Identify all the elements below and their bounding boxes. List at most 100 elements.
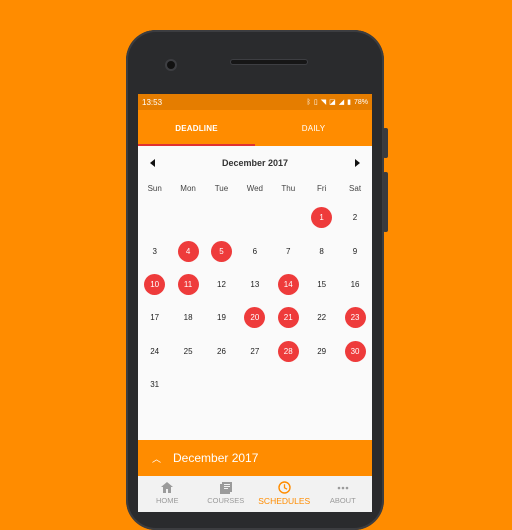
vibrate-icon: ▯	[313, 99, 318, 106]
weekday-label: Sun	[147, 184, 162, 193]
day-cell[interactable]: 26	[205, 335, 238, 368]
day-cell-deadline[interactable]: 21	[272, 301, 305, 334]
day-cell-deadline[interactable]: 5	[205, 234, 238, 267]
calendar-header: December 2017	[138, 150, 372, 176]
day-cell[interactable]: 16	[338, 268, 371, 301]
day-cell[interactable]: 15	[305, 268, 338, 301]
nav-home-label: HOME	[156, 496, 179, 505]
day-cell-deadline[interactable]: 30	[338, 335, 371, 368]
day-cell[interactable]: 29	[305, 335, 338, 368]
day-number: 16	[350, 279, 360, 289]
day-number: 27	[250, 346, 260, 356]
weekday-label: Tue	[214, 184, 229, 193]
day-number: 11	[177, 273, 199, 295]
nav-about-label: ABOUT	[329, 496, 356, 505]
battery-percent: 78%	[353, 98, 368, 106]
month-summary-bar[interactable]: ︿ December 2017	[138, 440, 372, 476]
calendar-month-title: December 2017	[221, 158, 289, 168]
nav-about[interactable]: ABOUT	[314, 476, 373, 512]
no-sim-icon: ◪	[329, 99, 336, 106]
day-number: 1	[311, 207, 333, 229]
day-cell-deadline[interactable]: 23	[338, 301, 371, 334]
next-month-icon[interactable]	[354, 159, 360, 167]
day-cell-deadline[interactable]: 11	[171, 268, 204, 301]
home-icon	[161, 481, 174, 494]
app-screen: 13:53 ᛒ ▯ ◥ ◪ ◢ ▮ 78% DEADLINE DAILY Dec…	[138, 94, 372, 512]
tab-indicator	[138, 144, 255, 146]
day-number: 25	[183, 346, 193, 356]
day-cell[interactable]: 13	[238, 268, 271, 301]
power-button	[383, 172, 388, 232]
day-number: 19	[217, 313, 226, 323]
day-cell[interactable]: 7	[272, 234, 305, 267]
book-icon	[219, 481, 232, 494]
tab-deadline[interactable]: DEADLINE	[138, 110, 255, 146]
day-number: 5	[210, 240, 232, 262]
month-summary-label: December 2017	[173, 451, 259, 465]
day-number: 10	[144, 273, 166, 295]
weekday-label: Mon	[180, 184, 196, 193]
nav-home[interactable]: HOME	[138, 476, 197, 512]
weekday-label: Fri	[316, 184, 327, 193]
day-cell[interactable]: 2	[338, 201, 371, 234]
tab-daily[interactable]: DAILY	[255, 110, 372, 146]
day-number: 29	[317, 346, 327, 356]
day-number: 9	[352, 246, 358, 256]
day-cell-deadline[interactable]: 14	[272, 268, 305, 301]
empty-day-cell	[171, 201, 204, 234]
day-number: 24	[150, 346, 160, 356]
day-cell-deadline[interactable]: 4	[171, 234, 204, 267]
nav-schedules[interactable]: SCHEDULES	[255, 476, 314, 512]
nav-courses-label: COURSES	[207, 496, 245, 505]
status-time: 13:53	[142, 97, 163, 107]
day-cell-deadline[interactable]: 1	[305, 201, 338, 234]
day-cell[interactable]: 24	[138, 335, 171, 368]
day-number: 17	[150, 313, 160, 323]
day-cell[interactable]: 12	[205, 268, 238, 301]
day-cell[interactable]: 3	[138, 234, 171, 267]
day-number: 22	[317, 313, 327, 323]
day-cell[interactable]: 22	[305, 301, 338, 334]
weekday-label: Sat	[349, 184, 362, 193]
day-number: 3	[152, 246, 157, 256]
day-cell-deadline[interactable]: 28	[272, 335, 305, 368]
camera-icon	[167, 61, 175, 69]
day-cell[interactable]: 8	[305, 234, 338, 267]
day-number: 2	[352, 213, 358, 223]
wifi-icon: ◥	[320, 99, 327, 106]
tab-bar: DEADLINE DAILY	[138, 110, 372, 146]
day-cell[interactable]: 6	[238, 234, 271, 267]
volume-button	[383, 128, 388, 158]
day-cell[interactable]: 25	[171, 335, 204, 368]
day-cell[interactable]: 9	[338, 234, 371, 267]
empty-day-cell	[272, 201, 305, 234]
weekday-header-row: Sun Mon Tue Wed Thu Fri Sat	[138, 180, 372, 198]
day-number: 28	[277, 340, 299, 362]
day-number: 23	[344, 307, 366, 329]
weekday-label: Thu	[281, 184, 296, 193]
battery-icon: ▮	[347, 99, 351, 106]
day-cell-deadline[interactable]: 10	[138, 268, 171, 301]
prev-month-icon[interactable]	[150, 159, 155, 167]
day-cell[interactable]: 18	[171, 301, 204, 334]
bottom-navigation: HOME COURSES SCHEDULES ABOUT	[138, 476, 372, 512]
nav-schedules-label: SCHEDULES	[258, 496, 311, 506]
day-cell-deadline[interactable]: 20	[238, 301, 271, 334]
chevron-up-icon: ︿	[152, 453, 162, 464]
day-number: 13	[250, 279, 260, 289]
more-icon	[337, 481, 349, 494]
day-number: 4	[177, 240, 199, 262]
day-number: 7	[286, 246, 291, 256]
day-cell[interactable]: 19	[205, 301, 238, 334]
nav-courses[interactable]: COURSES	[197, 476, 256, 512]
clock-icon	[278, 481, 291, 494]
signal-icon: ◢	[338, 99, 345, 106]
speaker-grille	[231, 60, 307, 64]
day-cell[interactable]: 31	[138, 368, 171, 401]
day-number: 6	[252, 246, 258, 256]
day-cell[interactable]: 27	[238, 335, 271, 368]
day-cell[interactable]: 17	[138, 301, 171, 334]
day-number: 18	[183, 313, 193, 323]
empty-day-cell	[138, 201, 171, 234]
day-number: 12	[217, 279, 226, 289]
